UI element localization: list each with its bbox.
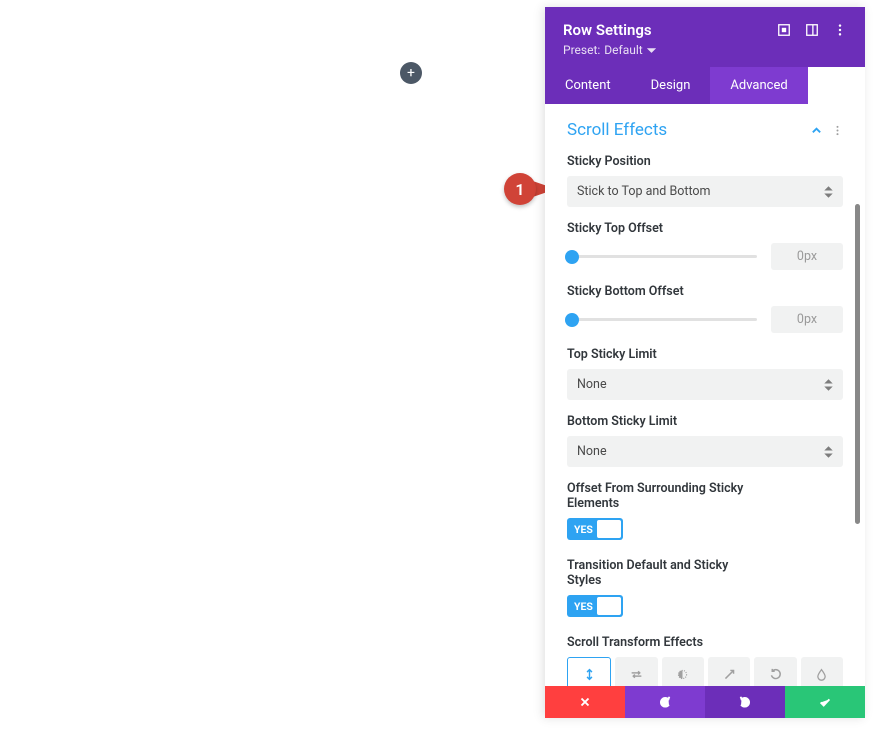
toggle-knob bbox=[597, 520, 621, 538]
more-icon[interactable] bbox=[833, 23, 847, 37]
slider-thumb[interactable] bbox=[565, 250, 579, 264]
chevron-down-icon bbox=[647, 46, 656, 55]
top-sticky-limit-label: Top Sticky Limit bbox=[567, 347, 843, 362]
tab-content[interactable]: Content bbox=[545, 67, 631, 104]
step-number: 1 bbox=[504, 173, 536, 205]
sticky-bottom-offset-label: Sticky Bottom Offset bbox=[567, 284, 843, 299]
redo-button[interactable] bbox=[705, 686, 785, 718]
tab-advanced[interactable]: Advanced bbox=[710, 67, 807, 104]
toggle-knob bbox=[597, 597, 621, 615]
preset-prefix: Preset: bbox=[563, 43, 600, 57]
effect-rotate[interactable] bbox=[754, 657, 796, 686]
top-sticky-limit-select[interactable]: None bbox=[567, 369, 843, 400]
preset-value: Default bbox=[604, 43, 642, 57]
sticky-position-label: Sticky Position bbox=[567, 154, 843, 169]
effect-vertical[interactable] bbox=[567, 657, 611, 686]
section-title: Scroll Effects bbox=[567, 120, 667, 140]
preset-selector[interactable]: Preset: Default bbox=[563, 43, 847, 57]
panel-footer bbox=[545, 686, 865, 718]
sticky-top-offset-label: Sticky Top Offset bbox=[567, 221, 843, 236]
panel-body: Scroll Effects Sticky Position Stick to … bbox=[545, 104, 865, 686]
tab-bar: Content Design Advanced bbox=[545, 67, 865, 104]
slider-thumb[interactable] bbox=[565, 313, 579, 327]
effect-scale[interactable] bbox=[708, 657, 750, 686]
cancel-button[interactable] bbox=[545, 686, 625, 718]
offset-surrounding-toggle[interactable]: YES bbox=[567, 518, 623, 540]
sticky-top-offset-value[interactable]: 0px bbox=[771, 243, 843, 270]
select-caret-icon bbox=[824, 186, 833, 198]
sticky-position-select[interactable]: Stick to Top and Bottom bbox=[567, 176, 843, 207]
save-button[interactable] bbox=[785, 686, 865, 718]
effect-blur[interactable] bbox=[801, 657, 843, 686]
undo-button[interactable] bbox=[625, 686, 705, 718]
effect-horizontal[interactable] bbox=[615, 657, 657, 686]
sticky-top-offset-slider[interactable] bbox=[567, 246, 757, 268]
bottom-sticky-limit-select[interactable]: None bbox=[567, 436, 843, 467]
add-button[interactable]: + bbox=[400, 62, 422, 84]
settings-panel: Row Settings Preset: Default Content Des… bbox=[545, 7, 865, 718]
panel-title: Row Settings bbox=[563, 21, 777, 39]
sticky-bottom-offset-value[interactable]: 0px bbox=[771, 306, 843, 333]
bottom-sticky-limit-label: Bottom Sticky Limit bbox=[567, 414, 843, 429]
offset-surrounding-label: Offset From Surrounding Sticky Elements bbox=[567, 481, 747, 511]
transition-styles-label: Transition Default and Sticky Styles bbox=[567, 558, 757, 588]
tab-design[interactable]: Design bbox=[631, 67, 711, 104]
transition-styles-toggle[interactable]: YES bbox=[567, 595, 623, 617]
dock-icon[interactable] bbox=[805, 23, 819, 37]
scrollbar[interactable] bbox=[855, 204, 860, 524]
scroll-transform-label: Scroll Transform Effects bbox=[567, 635, 843, 650]
expand-icon[interactable] bbox=[777, 23, 791, 37]
select-caret-icon bbox=[824, 446, 833, 458]
section-more-icon[interactable] bbox=[832, 125, 843, 136]
sticky-bottom-offset-slider[interactable] bbox=[567, 309, 757, 331]
effect-fade[interactable] bbox=[662, 657, 704, 686]
chevron-up-icon[interactable] bbox=[811, 125, 822, 136]
panel-header: Row Settings Preset: Default bbox=[545, 7, 865, 67]
select-caret-icon bbox=[824, 379, 833, 391]
